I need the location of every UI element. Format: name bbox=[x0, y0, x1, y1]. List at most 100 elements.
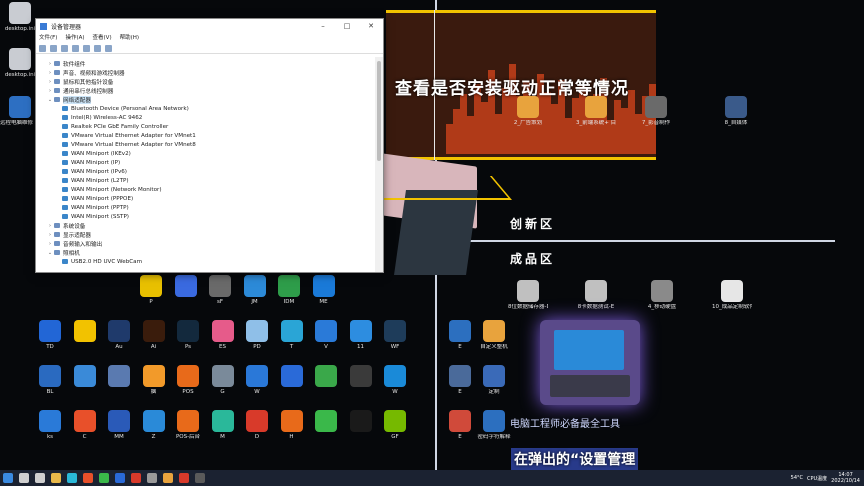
desktop-icon-label: desktop.ini bbox=[4, 26, 36, 32]
tree-item[interactable]: › 鼠标和其他指针设备 bbox=[36, 77, 374, 86]
chevron-right-icon[interactable]: › bbox=[46, 223, 54, 229]
windows-icon[interactable] bbox=[3, 473, 13, 483]
video-frame-top bbox=[386, 10, 656, 13]
desktop-icon[interactable]: 自定义整机 bbox=[474, 320, 514, 364]
tree-item[interactable]: ⌄ 照相机 bbox=[36, 248, 374, 257]
app-shortcut[interactable]: WF bbox=[375, 320, 415, 364]
tree-item[interactable]: WAN Miniport (IKEv2) bbox=[36, 149, 374, 158]
desktop-icon[interactable]: 8位数据储存器-D bbox=[508, 280, 548, 324]
app-icon[interactable] bbox=[131, 473, 141, 483]
menu-item[interactable]: 帮助(H) bbox=[120, 33, 139, 43]
tree-item[interactable]: WAN Miniport (PPTP) bbox=[36, 203, 374, 212]
tree-item[interactable]: › 系统设备 bbox=[36, 221, 374, 230]
desktop-icon[interactable]: 远程电脑维修 PYpc版本v11 bbox=[0, 96, 40, 140]
category-icon bbox=[54, 61, 60, 66]
forward-icon[interactable] bbox=[50, 44, 57, 52]
desktop-icon-label: GF bbox=[391, 434, 399, 440]
category-icon bbox=[54, 232, 60, 237]
chevron-right-icon[interactable]: › bbox=[46, 70, 54, 76]
device-manager-icon bbox=[40, 22, 47, 30]
title-bar[interactable]: 设备管理器 – □ ✕ bbox=[36, 19, 383, 33]
chevron-down-icon[interactable]: ⌄ bbox=[46, 250, 54, 256]
desktop-icon[interactable]: 7_影音制作 bbox=[636, 96, 676, 140]
close-button[interactable]: ✕ bbox=[359, 22, 383, 30]
tree-item[interactable]: VMware Virtual Ethernet Adapter for VMne… bbox=[36, 140, 374, 149]
app-shortcut[interactable]: ME bbox=[304, 275, 344, 319]
tree-item[interactable]: WAN Miniport (IP) bbox=[36, 158, 374, 167]
tree-item[interactable]: WAN Miniport (IPv6) bbox=[36, 167, 374, 176]
category-icon bbox=[54, 88, 60, 93]
edge-icon[interactable] bbox=[67, 473, 77, 483]
audio-bar bbox=[551, 104, 558, 154]
desktop-icon[interactable]: 8卡数据测试-E bbox=[576, 280, 616, 324]
tree-item[interactable]: › 声音、视频和游戏控制器 bbox=[36, 68, 374, 77]
maximize-button[interactable]: □ bbox=[335, 22, 359, 30]
tree-item[interactable]: USB2.0 HD UVC WebCam bbox=[36, 257, 374, 266]
chevron-right-icon[interactable]: › bbox=[46, 88, 54, 94]
app-icon[interactable] bbox=[115, 473, 125, 483]
app-icon bbox=[174, 275, 197, 297]
gear-icon bbox=[449, 365, 471, 387]
computer-icon bbox=[9, 96, 31, 118]
desktop-icon[interactable]: 4_移动硬盘 bbox=[642, 280, 682, 324]
scrollbar-thumb[interactable] bbox=[377, 61, 381, 161]
menu-item[interactable]: 查看(V) bbox=[93, 33, 112, 43]
help-icon[interactable] bbox=[83, 44, 90, 52]
tree-item[interactable]: Intel(R) Wireless-AC 9462 bbox=[36, 113, 374, 122]
tree-item[interactable]: › 软件组件 bbox=[36, 59, 374, 68]
desktop-icon-label: 4_移动硬盘 bbox=[647, 304, 677, 310]
tree-item[interactable]: WAN Miniport (PPPOE) bbox=[36, 194, 374, 203]
menu-item[interactable]: 文件(F) bbox=[39, 33, 57, 43]
chevron-right-icon[interactable]: › bbox=[46, 232, 54, 238]
desktop-icon[interactable]: desktop.ini bbox=[0, 2, 40, 46]
record-icon[interactable] bbox=[179, 473, 189, 483]
wechat-icon[interactable] bbox=[99, 473, 109, 483]
app-icon[interactable] bbox=[163, 473, 173, 483]
chevron-right-icon[interactable]: › bbox=[46, 61, 54, 67]
properties-icon[interactable] bbox=[72, 44, 79, 52]
app-shortcut[interactable]: GF bbox=[375, 410, 415, 454]
task-view-icon[interactable] bbox=[35, 473, 45, 483]
chrome-icon[interactable] bbox=[83, 473, 93, 483]
desktop-icon[interactable]: desktop.ini bbox=[0, 48, 40, 92]
taskbar: 54°C CPU温度 14:07 2022/10/14 bbox=[0, 470, 864, 486]
app-icon[interactable] bbox=[195, 473, 205, 483]
desktop-icon[interactable]: 3_前端系统+ 目录芯片 bbox=[576, 96, 616, 140]
menu-item[interactable]: 操作(A) bbox=[65, 33, 84, 43]
app-icon bbox=[142, 410, 165, 432]
desktop-icon[interactable]: 10_成品定制软件 bbox=[712, 280, 752, 324]
chevron-down-icon[interactable]: ⌄ bbox=[46, 97, 54, 103]
app-shortcut[interactable]: W bbox=[375, 365, 415, 409]
explorer-icon[interactable] bbox=[51, 473, 61, 483]
film-icon bbox=[725, 96, 747, 118]
back-icon[interactable] bbox=[39, 44, 46, 52]
desktop-icon[interactable]: 定制 bbox=[474, 365, 514, 409]
app-icon[interactable] bbox=[147, 473, 157, 483]
tree-item[interactable]: › 音频输入和输出 bbox=[36, 239, 374, 248]
device-manager-window[interactable]: 设备管理器 – □ ✕ 文件(F) 操作(A) 查看(V) 帮助(H) › 软件组件 › 声… bbox=[35, 18, 384, 273]
tree-item[interactable]: Realtek PCIe GbE Family Controller bbox=[36, 122, 374, 131]
tree-item[interactable]: VMware Virtual Ethernet Adapter for VMne… bbox=[36, 131, 374, 140]
tree-item[interactable]: WAN Miniport (Network Monitor) bbox=[36, 185, 374, 194]
tree-item[interactable]: ⌄ 网络适配器 bbox=[36, 95, 374, 104]
chevron-right-icon[interactable]: › bbox=[46, 241, 54, 247]
audio-bar bbox=[495, 114, 502, 154]
tree-item[interactable]: › 显示适配器 bbox=[36, 230, 374, 239]
clock[interactable]: 14:07 2022/10/14 bbox=[831, 472, 860, 484]
tree-item[interactable]: Bluetooth Device (Personal Area Network) bbox=[36, 104, 374, 113]
minimize-button[interactable]: – bbox=[311, 22, 335, 30]
chevron-right-icon[interactable]: › bbox=[46, 79, 54, 85]
desktop-icon[interactable]: 2_广告策划 bbox=[508, 96, 548, 140]
monitor-icon[interactable] bbox=[105, 44, 112, 52]
tree-item[interactable]: WAN Miniport (SSTP) bbox=[36, 212, 374, 221]
search-icon[interactable] bbox=[19, 473, 29, 483]
tree-item[interactable]: WAN Miniport (L2TP) bbox=[36, 176, 374, 185]
update-driver-icon[interactable] bbox=[94, 44, 101, 52]
desktop-icon[interactable]: 8_自媒体 bbox=[716, 96, 756, 140]
vertical-scrollbar[interactable] bbox=[375, 57, 383, 272]
tree-item-label: 音频输入和输出 bbox=[63, 241, 103, 248]
view-icon[interactable] bbox=[61, 44, 68, 52]
tree-item[interactable]: › 通用串行总线控制器 bbox=[36, 86, 374, 95]
desktop-icon[interactable]: 密码字符解释 bbox=[474, 410, 514, 454]
tree-item-label: WAN Miniport (Network Monitor) bbox=[71, 186, 162, 193]
